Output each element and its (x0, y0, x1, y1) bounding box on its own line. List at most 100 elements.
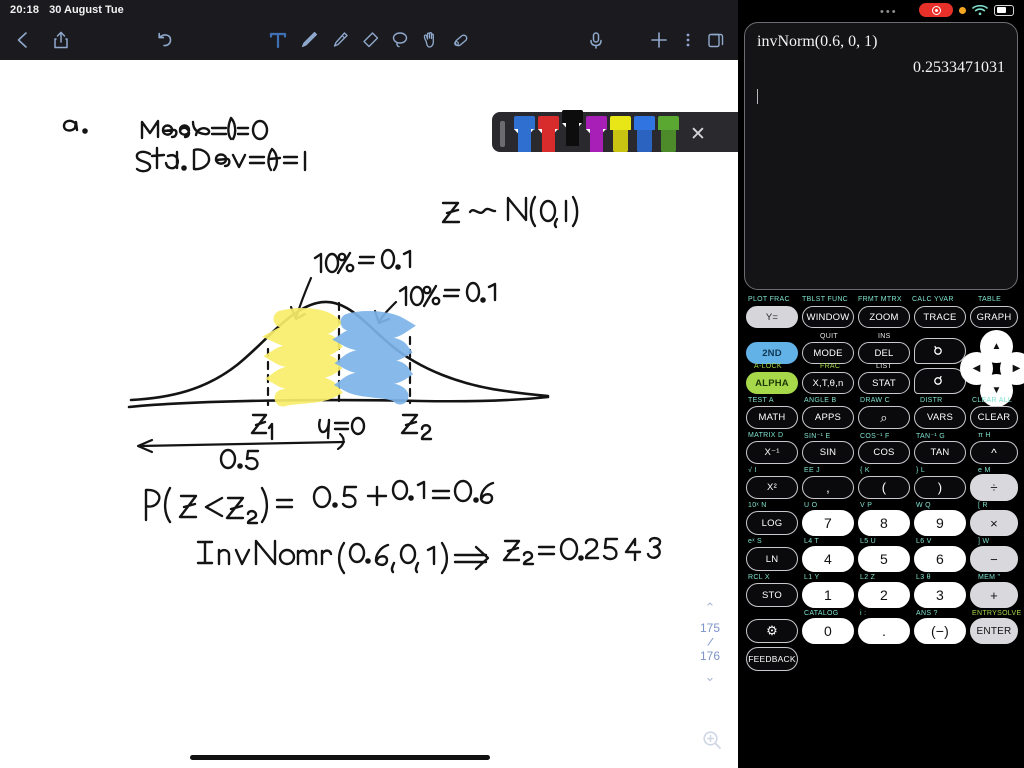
marker-blue[interactable] (634, 116, 655, 152)
page-down-chevron[interactable]: ⌄ (705, 669, 716, 685)
key-4[interactable]: 4 (802, 546, 854, 572)
ruler-tool[interactable] (500, 121, 505, 147)
key-x-inverse[interactable]: X⁻¹ (746, 441, 798, 464)
key-alpha[interactable]: ALPHA (746, 372, 798, 394)
key-label-sin-inv-e: SIN⁻¹ E (804, 433, 831, 440)
status-bar: 20:18 30 August Tue (0, 0, 738, 20)
eraser-tool-icon[interactable] (357, 27, 383, 53)
pen-magenta[interactable] (586, 116, 607, 152)
pen-tool-icon[interactable] (296, 27, 322, 53)
key-y-equals[interactable]: Y= (746, 306, 798, 328)
key-label-l4-t: L4 T (804, 538, 820, 545)
close-pen-tray-icon[interactable]: ✕ (690, 125, 706, 144)
key-label-tblst-func: TBLST FUNC (802, 296, 849, 303)
key-feedback[interactable]: FEEDBACK (746, 647, 798, 671)
key-search[interactable]: ⌕ (858, 406, 910, 429)
key-trace[interactable]: TRACE (914, 306, 966, 328)
key-label-distr: DISTR (920, 397, 943, 404)
note-canvas[interactable]: ✕ ⌃ 175 / 176 ⌄ (0, 60, 738, 768)
key-stat[interactable]: STAT (858, 372, 910, 394)
pen-tray[interactable]: ✕ (492, 110, 738, 152)
key-label-mem: MEM " (978, 574, 1001, 581)
key-label-quit: QUIT (820, 333, 838, 340)
zoom-in-icon[interactable] (692, 720, 732, 760)
key-clear[interactable]: CLEAR (970, 406, 1018, 429)
key-0[interactable]: 0 (802, 618, 854, 644)
key-label-tan-inv-g: TAN⁻¹ G (916, 433, 945, 440)
key-8[interactable]: 8 (858, 510, 910, 536)
key-log[interactable]: LOG (746, 511, 798, 535)
key-subtract[interactable]: − (970, 546, 1018, 572)
laser-tool-icon[interactable] (447, 27, 473, 53)
marker-green[interactable] (658, 116, 679, 152)
key-power[interactable]: ^ (970, 441, 1018, 464)
key-decimal-point[interactable]: . (858, 618, 910, 644)
key-label-bracket-r: [ R (978, 502, 988, 509)
key-multiply[interactable]: × (970, 510, 1018, 536)
key-vars[interactable]: VARS (914, 406, 966, 429)
key-1[interactable]: 1 (802, 582, 854, 608)
key-del[interactable]: DEL (858, 342, 910, 364)
key-tan[interactable]: TAN (914, 441, 966, 464)
key-label-bracket-w: ] W (978, 538, 990, 545)
key-apps[interactable]: APPS (802, 406, 854, 429)
hand-tool-icon[interactable] (417, 27, 443, 53)
key-math[interactable]: MATH (746, 406, 798, 429)
key-mode[interactable]: MODE (802, 342, 854, 364)
key-cos[interactable]: COS (858, 441, 910, 464)
key-x-t-theta-n[interactable]: X,T,θ,n (802, 372, 854, 394)
page-up-chevron[interactable]: ⌃ (705, 600, 716, 616)
key-redo[interactable] (914, 368, 966, 394)
key-7[interactable]: 7 (802, 510, 854, 536)
undo-icon[interactable] (152, 27, 178, 53)
key-comma[interactable]: , (802, 476, 854, 499)
share-icon[interactable] (48, 27, 74, 53)
key-label-rcl-x: RCL X (748, 574, 770, 581)
key-label-ee-j: EE J (804, 467, 820, 474)
marker-yellow[interactable] (610, 116, 631, 152)
key-settings[interactable]: ⚙ (746, 619, 798, 643)
microphone-icon[interactable] (583, 27, 609, 53)
back-chevron-icon[interactable] (10, 27, 36, 53)
key-label-a-lock: A-LOCK (754, 363, 782, 370)
key-label-frac: FRAC (820, 363, 841, 370)
key-2[interactable]: 2 (858, 582, 910, 608)
calculator-result: 0.2533471031 (913, 59, 1005, 76)
lasso-tool-icon[interactable] (387, 27, 413, 53)
pages-icon[interactable] (703, 27, 729, 53)
pen-red[interactable] (538, 116, 559, 152)
key-9[interactable]: 9 (914, 510, 966, 536)
key-ln[interactable]: LN (746, 547, 798, 571)
key-zoom[interactable]: ZOOM (858, 306, 910, 328)
key-right-paren[interactable]: ) (914, 476, 966, 499)
key-label-l1-y: L1 Y (804, 574, 820, 581)
pen-black[interactable] (562, 110, 583, 146)
more-menu-icon[interactable] (675, 27, 701, 53)
key-add[interactable]: + (970, 582, 1018, 608)
key-enter[interactable]: ENTER (970, 618, 1018, 644)
notes-app: 20:18 30 August Tue ✕ ⌃ 175 / 176 ⌄ (0, 0, 738, 768)
text-tool-icon[interactable] (265, 27, 291, 53)
key-x-squared[interactable]: X² (746, 476, 798, 499)
key-6[interactable]: 6 (914, 546, 966, 572)
key-label-angle-b: ANGLE B (804, 397, 837, 404)
key-divide[interactable]: ÷ (970, 474, 1018, 501)
key-2nd[interactable]: 2ND (746, 342, 798, 364)
key-3[interactable]: 3 (914, 582, 966, 608)
yellow-highlight (262, 307, 344, 407)
add-page-icon[interactable] (646, 27, 672, 53)
calculator-display[interactable]: invNorm(0.6, 0, 1) 0.2533471031 (744, 22, 1018, 290)
key-sto[interactable]: STO (746, 583, 798, 607)
key-graph[interactable]: GRAPH (970, 306, 1018, 328)
key-left-paren[interactable]: ( (858, 476, 910, 499)
key-undo[interactable] (914, 338, 966, 364)
key-negate[interactable]: (−) (914, 618, 966, 644)
pen-blue[interactable] (514, 116, 535, 152)
key-5[interactable]: 5 (858, 546, 910, 572)
key-sin[interactable]: SIN (802, 441, 854, 464)
key-label-e-pow-s: eˣ S (748, 538, 763, 545)
key-window[interactable]: WINDOW (802, 306, 854, 328)
key-label-cos-inv-f: COS⁻¹ F (860, 433, 890, 440)
key-label-l5-u: L5 U (860, 538, 876, 545)
highlighter-tool-icon[interactable] (327, 27, 353, 53)
